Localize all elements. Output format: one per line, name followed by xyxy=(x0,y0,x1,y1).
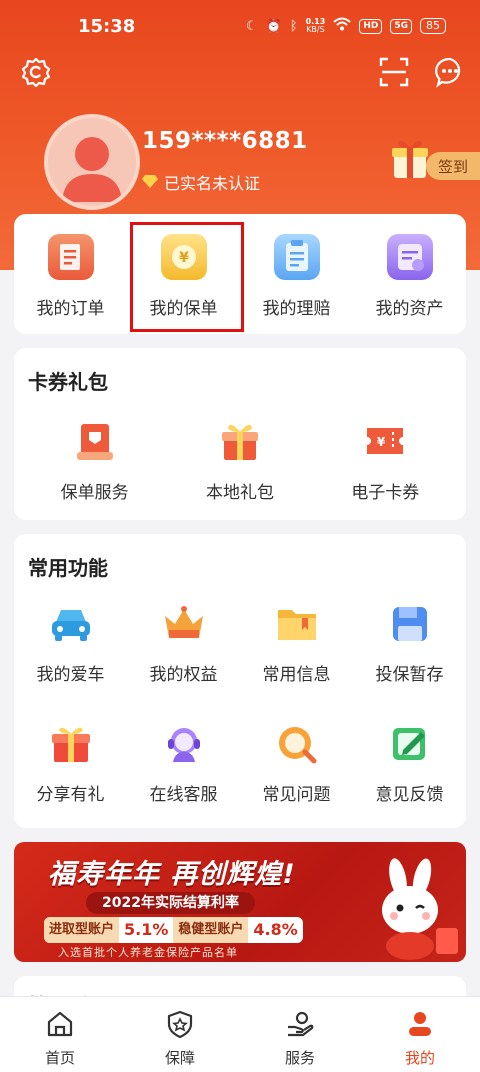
faq-label: 常见问题 xyxy=(262,785,331,805)
draft-save-label: 投保暂存 xyxy=(375,665,444,685)
profile-icon xyxy=(405,1009,435,1043)
tab-home[interactable]: 首页 xyxy=(0,997,120,1072)
my-orders-button[interactable]: 我的订单 xyxy=(14,234,127,319)
functions-card: 常用功能 我的爱车 我的权益 常用信息 投保暂存 分享有礼 在线客服 常见问题 … xyxy=(14,534,466,828)
rate1-label: 进取型账户 xyxy=(44,917,120,943)
promo-banner[interactable]: 福寿年年 再创辉煌! 2022年实际结算利率 进取型账户 5.1% 稳健型账户 … xyxy=(14,842,466,962)
tab-home-label: 首页 xyxy=(44,1049,75,1067)
alarm-icon: ⏰ xyxy=(265,18,282,34)
rate2-label: 稳健型账户 xyxy=(173,917,249,943)
tab-mine[interactable]: 我的 xyxy=(360,997,480,1072)
policy-service-label: 保单服务 xyxy=(60,483,129,503)
diamond-icon xyxy=(142,173,158,192)
wifi-icon xyxy=(333,17,351,35)
policy-service-button[interactable]: 保单服务 xyxy=(30,420,160,503)
feedback-icon xyxy=(387,724,433,764)
online-service-button[interactable]: 在线客服 xyxy=(127,724,240,805)
order-icon xyxy=(47,234,94,280)
draft-save-button[interactable]: 投保暂存 xyxy=(353,604,466,685)
banner-rates: 进取型账户 5.1% 稳健型账户 4.8% xyxy=(44,917,303,943)
local-gift-label: 本地礼包 xyxy=(205,483,274,503)
banner-headline: 福寿年年 再创辉煌! xyxy=(48,859,296,890)
user-phone: 159****6881 xyxy=(142,128,308,154)
common-info-label: 常用信息 xyxy=(262,665,331,685)
tab-protection[interactable]: 保障 xyxy=(120,997,240,1072)
local-gift-button[interactable]: 本地礼包 xyxy=(175,420,305,503)
message-icon[interactable] xyxy=(432,54,468,90)
battery-indicator: 85 xyxy=(420,18,446,34)
settings-gear-icon[interactable] xyxy=(18,54,54,90)
banner-footnote: 入选首批个人养老金保险产品名单 xyxy=(58,946,238,959)
verify-text: 已实名未认证 xyxy=(164,174,261,193)
common-info-button[interactable]: 常用信息 xyxy=(240,604,353,685)
home-icon xyxy=(45,1009,75,1043)
verify-status[interactable]: 已实名未认证 xyxy=(142,170,260,194)
feedback-label: 意见反馈 xyxy=(375,785,444,805)
faq-button[interactable]: 常见问题 xyxy=(240,724,353,805)
banner-subtitle: 2022年实际结算利率 xyxy=(86,892,255,914)
tab-service-label: 服务 xyxy=(284,1049,315,1067)
signal-badge: 5G xyxy=(390,18,412,34)
gift-box-icon xyxy=(220,420,260,462)
status-time: 15:38 xyxy=(78,16,136,37)
ticket-icon: ¥ xyxy=(363,420,407,462)
tab-protection-label: 保障 xyxy=(164,1049,195,1067)
bluetooth-icon: ᛒ xyxy=(289,18,298,34)
functions-title: 常用功能 xyxy=(28,556,108,580)
rate2-value: 4.8% xyxy=(253,920,298,939)
folder-icon xyxy=(274,604,320,644)
net-speed: 0.13 KB/S xyxy=(305,17,326,34)
gift-box-small-icon xyxy=(390,136,430,184)
crown-icon xyxy=(161,604,207,644)
my-claims-label: 我的理赔 xyxy=(262,299,331,319)
faq-icon xyxy=(274,724,320,764)
signin-label: 签到 xyxy=(426,152,480,180)
hd-badge: HD xyxy=(359,18,383,34)
save-icon xyxy=(387,604,433,644)
scan-icon[interactable] xyxy=(376,54,412,90)
service-icon xyxy=(285,1009,315,1043)
signin-button[interactable]: 签到 xyxy=(384,132,480,184)
e-coupon-button[interactable]: ¥ 电子卡券 xyxy=(320,420,450,503)
my-assets-label: 我的资产 xyxy=(375,299,444,319)
status-bar: 15:38 ☾ ⏰ ᛒ 0.13 KB/S HD 5G 85 xyxy=(0,0,480,54)
shield-icon xyxy=(165,1009,195,1043)
highlight-box xyxy=(130,222,244,332)
asset-icon xyxy=(386,234,433,280)
claim-icon xyxy=(273,234,320,280)
rabbit-mascot-icon xyxy=(360,856,464,962)
my-assets-button[interactable]: 我的资产 xyxy=(353,234,466,319)
e-coupon-label: 电子卡券 xyxy=(351,483,420,503)
my-rights-button[interactable]: 我的权益 xyxy=(127,604,240,685)
tab-mine-label: 我的 xyxy=(404,1049,435,1067)
bottom-tab-bar: 首页 保障 服务 我的 xyxy=(0,996,480,1072)
my-orders-label: 我的订单 xyxy=(36,299,105,319)
share-gift-label: 分享有礼 xyxy=(36,785,105,805)
svg-text:¥: ¥ xyxy=(377,435,386,449)
car-icon xyxy=(48,604,94,644)
headset-icon xyxy=(161,724,207,764)
rate1-value: 5.1% xyxy=(124,920,169,939)
online-service-label: 在线客服 xyxy=(149,785,218,805)
gift-icon xyxy=(48,724,94,764)
moon-icon: ☾ xyxy=(245,18,258,34)
my-rights-label: 我的权益 xyxy=(149,665,218,685)
avatar[interactable] xyxy=(44,114,140,210)
my-car-button[interactable]: 我的爱车 xyxy=(14,604,127,685)
feedback-button[interactable]: 意见反馈 xyxy=(353,724,466,805)
share-gift-button[interactable]: 分享有礼 xyxy=(14,724,127,805)
my-car-label: 我的爱车 xyxy=(36,665,105,685)
my-claims-button[interactable]: 我的理赔 xyxy=(240,234,353,319)
policy-service-icon xyxy=(75,420,115,462)
coupons-title: 卡券礼包 xyxy=(28,370,108,394)
tab-service[interactable]: 服务 xyxy=(240,997,360,1072)
coupons-card: 卡券礼包 保单服务 本地礼包 ¥ 电子卡券 xyxy=(14,348,466,520)
